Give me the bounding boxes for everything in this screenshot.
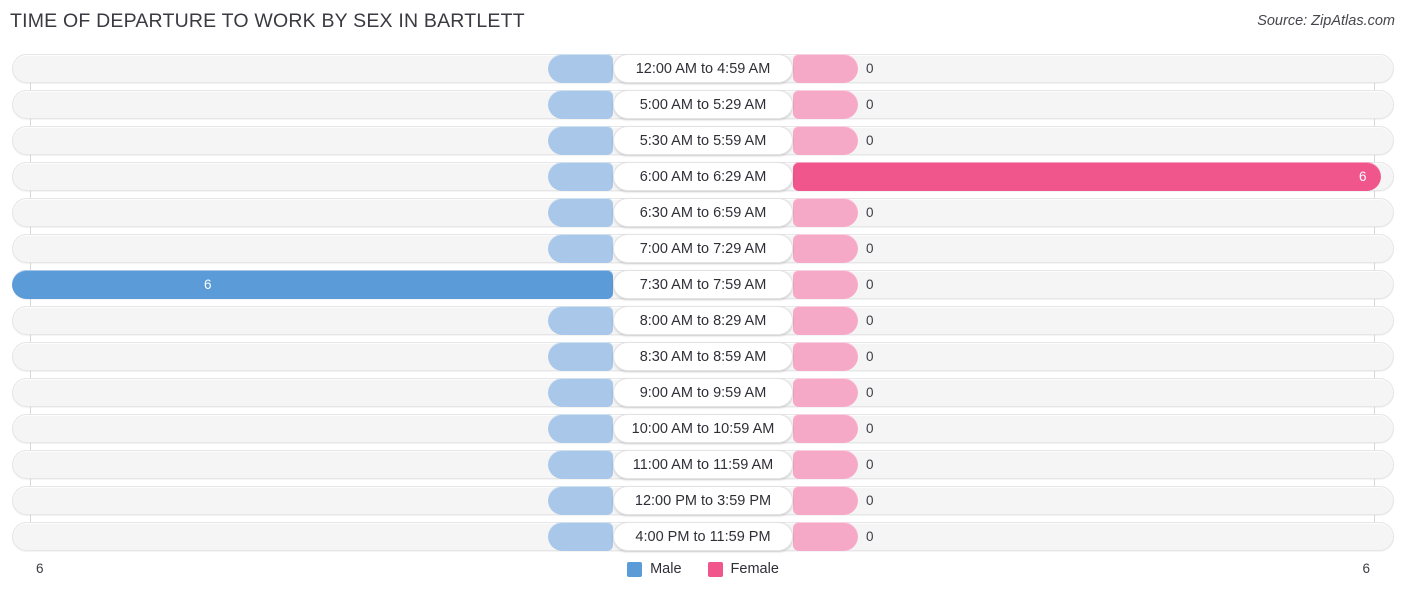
category-pill[interactable]: 6:00 AM to 6:29 AM <box>613 162 793 191</box>
category-label: 8:00 AM to 8:29 AM <box>639 312 767 329</box>
legend-swatch-male-icon <box>627 561 643 577</box>
category-pill[interactable]: 8:00 AM to 8:29 AM <box>613 306 793 335</box>
legend-item-female[interactable]: Female <box>707 561 779 577</box>
bar-female[interactable] <box>793 306 858 335</box>
category-pill[interactable]: 12:00 PM to 3:59 PM <box>613 486 793 515</box>
value-female: 0 <box>866 241 874 256</box>
value-female: 0 <box>866 205 874 220</box>
bar-male[interactable] <box>548 126 613 155</box>
category-label: 9:00 AM to 9:59 AM <box>639 384 767 401</box>
legend-label-male: Male <box>650 561 682 577</box>
category-label: 12:00 PM to 3:59 PM <box>634 492 772 509</box>
category-label: 4:00 PM to 11:59 PM <box>635 528 771 545</box>
category-label: 10:00 AM to 10:59 AM <box>631 420 775 437</box>
category-pill[interactable]: 10:00 AM to 10:59 AM <box>613 414 793 443</box>
value-female: 0 <box>866 313 874 328</box>
bar-male[interactable] <box>548 378 613 407</box>
bar-female[interactable] <box>793 126 858 155</box>
bar-row: 009:00 AM to 9:59 AM <box>0 378 1406 407</box>
value-female: 0 <box>866 457 874 472</box>
category-pill[interactable]: 7:00 AM to 7:29 AM <box>613 234 793 263</box>
category-label: 12:00 AM to 4:59 AM <box>635 60 771 77</box>
bar-female[interactable] <box>793 522 858 551</box>
bar-female[interactable] <box>793 54 858 83</box>
bar-female[interactable] <box>793 342 858 371</box>
bar-male[interactable] <box>548 162 613 191</box>
bar-male[interactable] <box>548 342 613 371</box>
value-female: 0 <box>866 277 874 292</box>
bar-row: 6 0 7:30 AM to 7:59 AM <box>0 270 1406 299</box>
bar-rows: 0 0 12:00 AM to 4:59 AM 0 0 5:00 AM to 5:29 A… <box>0 54 1406 558</box>
chart-legend: Male Female <box>0 561 1406 577</box>
category-pill[interactable]: 6:30 AM to 6:59 AM <box>613 198 793 227</box>
chart-plot-area: 0 0 12:00 AM to 4:59 AM 0 0 5:00 AM to 5:29 A… <box>0 46 1406 551</box>
value-female: 0 <box>866 493 874 508</box>
category-label: 7:00 AM to 7:29 AM <box>639 240 767 257</box>
bar-row: 004:00 PM to 11:59 PM <box>0 522 1406 551</box>
bar-row: 0011:00 AM to 11:59 AM <box>0 450 1406 479</box>
bar-male[interactable] <box>548 414 613 443</box>
page-title: TIME OF DEPARTURE TO WORK BY SEX IN BART… <box>10 10 525 32</box>
category-label: 5:00 AM to 5:29 AM <box>639 96 767 113</box>
legend-swatch-female-icon <box>707 561 723 577</box>
category-pill[interactable]: 8:30 AM to 8:59 AM <box>613 342 793 371</box>
legend-label-female: Female <box>730 561 779 577</box>
bar-row: 008:00 AM to 8:29 AM <box>0 306 1406 335</box>
bar-female[interactable] <box>793 270 858 299</box>
bar-female[interactable] <box>793 414 858 443</box>
value-female: 6 <box>1359 169 1367 184</box>
bar-male[interactable] <box>548 486 613 515</box>
value-female: 0 <box>866 529 874 544</box>
category-label: 6:00 AM to 6:29 AM <box>639 168 767 185</box>
bar-row: 0012:00 AM to 4:59 AM <box>0 54 1406 83</box>
category-label: 11:00 AM to 11:59 AM <box>632 456 774 473</box>
legend-item-male[interactable]: Male <box>627 561 682 577</box>
category-label: 5:30 AM to 5:59 AM <box>639 132 767 149</box>
category-label: 6:30 AM to 6:59 AM <box>639 204 767 221</box>
category-label: 7:30 AM to 7:59 AM <box>639 276 767 293</box>
source-attribution: Source: ZipAtlas.com <box>1257 13 1395 29</box>
value-female: 0 <box>866 61 874 76</box>
category-pill[interactable]: 9:00 AM to 9:59 AM <box>613 378 793 407</box>
bar-male[interactable] <box>548 54 613 83</box>
bar-female[interactable] <box>793 486 858 515</box>
bar-female[interactable] <box>793 198 858 227</box>
category-pill[interactable]: 11:00 AM to 11:59 AM <box>613 450 793 479</box>
value-male: 6 <box>204 277 212 292</box>
category-pill[interactable]: 5:00 AM to 5:29 AM <box>613 90 793 119</box>
bar-row: 066:00 AM to 6:29 AM <box>0 162 1406 191</box>
bar-female[interactable] <box>793 450 858 479</box>
bar-row: 006:30 AM to 6:59 AM <box>0 198 1406 227</box>
bar-row: 0012:00 PM to 3:59 PM <box>0 486 1406 515</box>
category-label: 8:30 AM to 8:59 AM <box>639 348 767 365</box>
bar-row: 0010:00 AM to 10:59 AM <box>0 414 1406 443</box>
value-female: 0 <box>866 133 874 148</box>
bar-male[interactable] <box>548 450 613 479</box>
category-pill[interactable]: 12:00 AM to 4:59 AM <box>613 54 793 83</box>
bar-row: 008:30 AM to 8:59 AM <box>0 342 1406 371</box>
bar-row: 005:00 AM to 5:29 AM <box>0 90 1406 119</box>
chart-header: TIME OF DEPARTURE TO WORK BY SEX IN BART… <box>0 0 1406 46</box>
bar-male[interactable] <box>548 198 613 227</box>
category-pill[interactable]: 7:30 AM to 7:59 AM <box>613 270 793 299</box>
category-pill[interactable]: 4:00 PM to 11:59 PM <box>613 522 793 551</box>
value-female: 0 <box>866 421 874 436</box>
bar-row: 007:00 AM to 7:29 AM <box>0 234 1406 263</box>
bar-female[interactable] <box>793 234 858 263</box>
value-female: 0 <box>866 97 874 112</box>
bar-male[interactable] <box>548 234 613 263</box>
bar-female[interactable] <box>793 162 1381 191</box>
bar-female[interactable] <box>793 90 858 119</box>
value-female: 0 <box>866 349 874 364</box>
bar-row: 005:30 AM to 5:59 AM <box>0 126 1406 155</box>
bar-male[interactable] <box>548 306 613 335</box>
chart-footer: 6 6 Male Female <box>0 551 1406 595</box>
value-female: 0 <box>866 385 874 400</box>
bar-male[interactable] <box>548 522 613 551</box>
category-pill[interactable]: 5:30 AM to 5:59 AM <box>613 126 793 155</box>
bar-male[interactable] <box>12 270 613 299</box>
bar-male[interactable] <box>548 90 613 119</box>
bar-female[interactable] <box>793 378 858 407</box>
